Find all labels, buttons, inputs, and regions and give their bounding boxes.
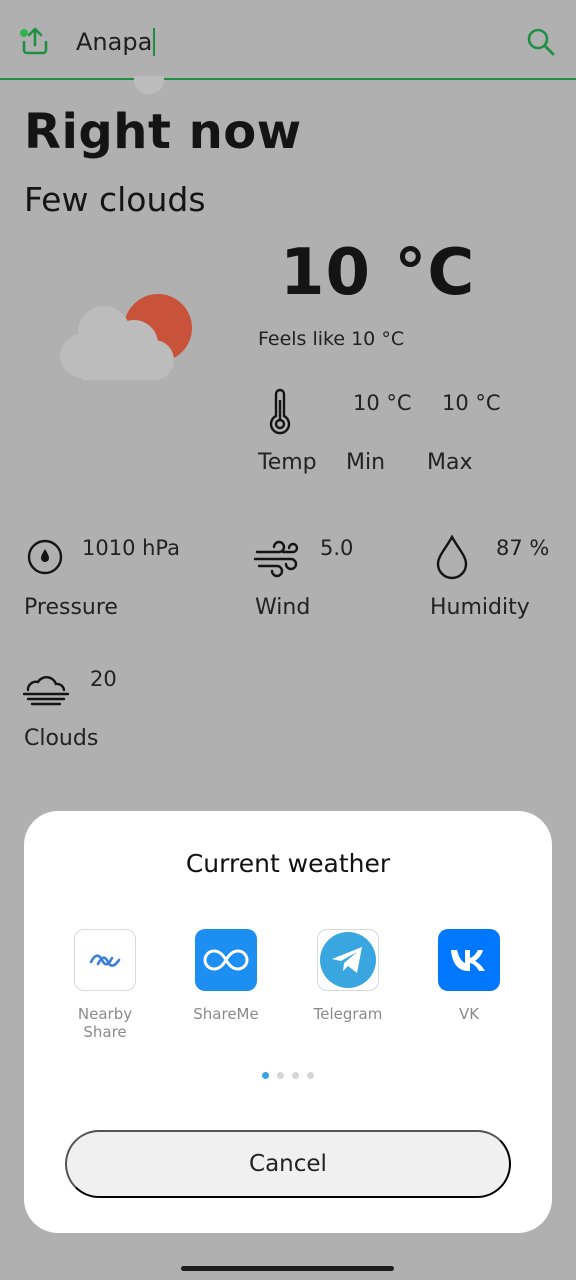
share-target-label: ShareMe (193, 1005, 259, 1023)
telegram-icon (317, 929, 379, 991)
wind-value: 5.0 (320, 536, 354, 560)
page-dot-active (262, 1072, 269, 1079)
temp-label: Temp (258, 450, 317, 475)
share-target-telegram[interactable]: Telegram (298, 929, 398, 1023)
share-target-label: Telegram (313, 1005, 383, 1023)
page-dot (277, 1072, 284, 1079)
min-label: Min (346, 450, 386, 475)
max-temp-value: 10 °C (442, 391, 501, 415)
share-target-nearby-share[interactable]: Nearby Share (55, 929, 155, 1041)
nearby-share-icon (74, 929, 136, 991)
wind-icon (253, 540, 299, 578)
selection-handle[interactable] (134, 76, 164, 94)
share-target-shareme[interactable]: ShareMe (176, 929, 276, 1023)
max-label: Max (427, 450, 473, 475)
vk-icon (438, 929, 500, 991)
feels-like: Feels like 10 °C (258, 328, 405, 350)
search-input-value: Anapa (76, 28, 153, 56)
share-target-label: Nearby Share (77, 1005, 133, 1041)
search-icon[interactable] (524, 25, 558, 59)
notification-dot (20, 29, 28, 37)
cancel-button[interactable]: Cancel (65, 1130, 511, 1198)
clouds-icon (22, 676, 70, 706)
search-input[interactable]: Anapa (76, 27, 156, 57)
page-indicator (262, 1072, 314, 1079)
thermometer-icon (269, 388, 291, 435)
humidity-label: Humidity (430, 595, 530, 620)
current-temperature: 10 °C (280, 236, 476, 310)
search-underline (0, 78, 576, 80)
text-cursor (153, 28, 156, 56)
home-indicator[interactable] (181, 1266, 394, 1271)
humidity-value: 87 % (496, 536, 550, 560)
wind-label: Wind (255, 595, 311, 620)
share-target-vk[interactable]: VK (419, 929, 519, 1023)
shareme-icon (195, 929, 257, 991)
page-title: Right now (24, 104, 302, 160)
pressure-label: Pressure (24, 595, 118, 620)
pressure-value: 1010 hPa (82, 536, 181, 560)
clouds-label: Clouds (24, 726, 99, 751)
share-sheet-title: Current weather (185, 849, 391, 878)
humidity-icon (436, 534, 468, 580)
few-clouds-icon (60, 294, 192, 380)
min-temp-value: 10 °C (353, 391, 412, 415)
pressure-icon (27, 539, 63, 575)
clouds-value: 20 (90, 667, 117, 691)
page-dot (307, 1072, 314, 1079)
share-target-label: VK (458, 1005, 480, 1023)
top-bar: Anapa (0, 0, 576, 80)
page-dot (292, 1072, 299, 1079)
weather-description: Few clouds (24, 180, 206, 219)
share-sheet: Current weather Nearby Share ShareMe Tele… (24, 811, 552, 1233)
